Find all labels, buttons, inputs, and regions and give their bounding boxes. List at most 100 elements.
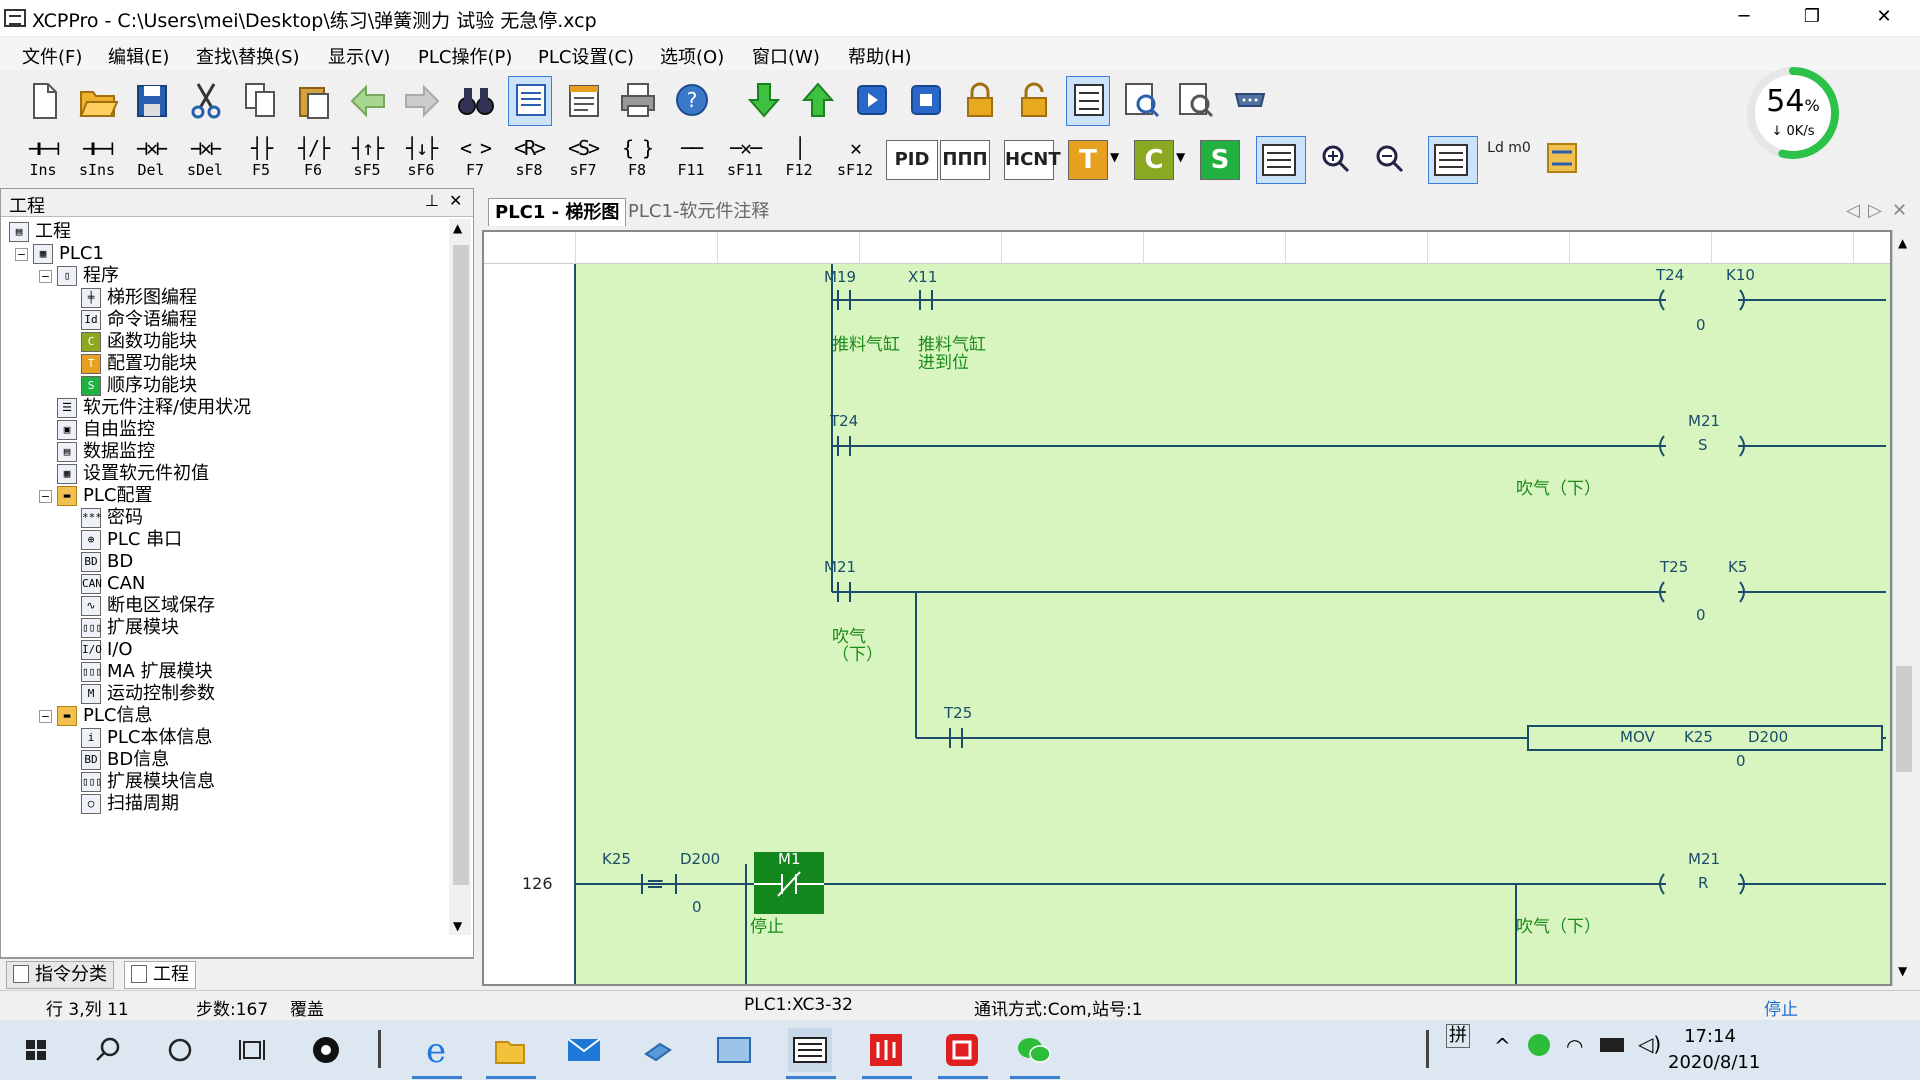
pinwheel-icon[interactable] <box>304 1028 348 1072</box>
ladder-tool-sf12-button[interactable]: ✕ sF12 <box>830 134 880 188</box>
data-monitor-icon[interactable] <box>1174 78 1218 124</box>
wechat-icon[interactable] <box>1012 1028 1056 1072</box>
scroll-up-icon[interactable]: ▲ <box>453 221 462 235</box>
tree-expander-icon[interactable]: − <box>39 270 52 283</box>
ladder-tool-f5-button[interactable]: ┤├ F5 <box>236 134 286 188</box>
cortana-icon[interactable] <box>158 1028 202 1072</box>
ladder-tool-sf11-button[interactable]: ─✕─ sF11 <box>720 134 770 188</box>
menu-edit[interactable]: 编辑(E) <box>108 43 169 69</box>
cut-icon[interactable] <box>184 78 228 124</box>
dropdown-arrow-icon[interactable]: ▼ <box>1176 150 1185 164</box>
new-file-icon[interactable] <box>22 78 66 124</box>
serial-port-icon[interactable] <box>1228 78 1272 124</box>
copy-icon[interactable] <box>238 78 282 124</box>
ladder-tool-sdel-button[interactable]: ⊣✕⊢ sDel <box>180 134 230 188</box>
editor-scrollbar[interactable]: ▲ ▼ <box>1892 230 1914 986</box>
help-icon[interactable]: ? <box>670 78 714 124</box>
minimize-button[interactable]: ─ <box>1724 4 1764 30</box>
tray-app-icon[interactable] <box>1528 1034 1550 1056</box>
ladder-tool-f8-button[interactable]: { } F8 <box>612 134 662 188</box>
ladder-tool-sf7-button[interactable]: <S> sF7 <box>558 134 608 188</box>
download-icon[interactable] <box>742 78 786 124</box>
free-monitor-icon[interactable] <box>1120 78 1164 124</box>
menu-plc-settings[interactable]: PLC设置(C) <box>538 43 634 69</box>
upload-icon[interactable] <box>796 78 840 124</box>
function-block-button[interactable]: C <box>1134 140 1174 180</box>
start-icon[interactable] <box>14 1028 58 1072</box>
tab-project[interactable]: 工程 <box>124 961 196 989</box>
instruction-view-icon[interactable] <box>562 78 606 124</box>
menu-help[interactable]: 帮助(H) <box>848 43 912 69</box>
convert-icon[interactable] <box>1540 136 1590 184</box>
stop-icon[interactable] <box>904 78 948 124</box>
ladder-tool-sf6-button[interactable]: ┤↓├ sF6 <box>396 134 446 188</box>
ladder-tool-del-button[interactable]: ⊣✕⊢ Del <box>126 134 176 188</box>
tab-device-comments[interactable]: PLC1-软元件注释 <box>622 198 775 226</box>
close-icon[interactable]: ✕ <box>449 191 462 210</box>
next-tab-icon[interactable]: ▷ <box>1868 200 1882 221</box>
pulse-button[interactable]: ΠΠΠ <box>940 140 990 180</box>
open-folder-icon[interactable] <box>76 78 120 124</box>
edge-icon[interactable]: e <box>414 1028 458 1072</box>
menu-plc-operation[interactable]: PLC操作(P) <box>418 43 512 69</box>
menu-find-replace[interactable]: 查找\替换(S) <box>196 43 300 69</box>
tray-chevron-icon[interactable]: ^ <box>1494 1034 1511 1058</box>
menu-window[interactable]: 窗口(W) <box>752 43 820 69</box>
lock-icon[interactable] <box>958 78 1002 124</box>
save-icon[interactable] <box>130 78 174 124</box>
forward-arrow-icon[interactable] <box>400 78 444 124</box>
clock[interactable]: 17:14 2020/8/11 <box>1668 1024 1760 1076</box>
ladder-tool-f12-button[interactable]: │ F12 <box>774 134 824 188</box>
explorer-icon[interactable] <box>488 1028 532 1072</box>
menu-view[interactable]: 显示(V) <box>328 43 390 69</box>
dropdown-arrow-icon[interactable]: ▼ <box>1110 150 1119 164</box>
hcnt-button[interactable]: HCNT <box>1004 140 1061 180</box>
tree-expander-icon[interactable]: − <box>39 710 52 723</box>
scroll-down-icon[interactable]: ▼ <box>1898 964 1907 978</box>
ladder-tool-ins-button[interactable]: ⊣⊢⊣ Ins <box>18 134 68 188</box>
maximize-button[interactable]: ❐ <box>1792 4 1832 30</box>
find-binoculars-icon[interactable] <box>454 78 498 124</box>
scroll-down-icon[interactable]: ▼ <box>453 919 462 933</box>
ld-m0-button[interactable]: Ld m0 <box>1484 140 1534 180</box>
ladder-view-icon[interactable] <box>508 76 552 126</box>
battery-icon[interactable] <box>1600 1038 1624 1052</box>
back-arrow-icon[interactable] <box>346 78 390 124</box>
ladder-tool-f11-button[interactable]: ── F11 <box>666 134 716 188</box>
search-icon[interactable] <box>86 1028 130 1072</box>
tab-ladder[interactable]: PLC1 - 梯形图 <box>488 198 627 226</box>
tree-expander-icon[interactable]: − <box>39 490 52 503</box>
zoom-out-icon[interactable] <box>1368 136 1418 184</box>
wifi-icon[interactable]: ◠ <box>1566 1034 1583 1058</box>
tree-expander-icon[interactable]: − <box>15 248 28 261</box>
insert-line-icon[interactable] <box>1256 136 1306 184</box>
pid-button[interactable]: PID <box>886 140 938 180</box>
ladder-tool-sf5-button[interactable]: ┤↑├ sF5 <box>342 134 392 188</box>
zoom-in-icon[interactable] <box>1314 136 1364 184</box>
pin-icon[interactable]: ⊥ <box>425 191 439 210</box>
app-red2-icon[interactable] <box>940 1028 984 1072</box>
task-view-icon[interactable] <box>230 1028 274 1072</box>
ladder-tool-sf8-button[interactable]: <R> sF8 <box>504 134 554 188</box>
tree-item[interactable]: ○ 扫描周期 <box>81 791 179 817</box>
paste-icon[interactable] <box>292 78 336 124</box>
menu-options[interactable]: 选项(O) <box>660 43 724 69</box>
run-icon[interactable] <box>850 78 894 124</box>
volume-icon[interactable]: ◁) <box>1638 1032 1661 1056</box>
file-icon[interactable] <box>636 1028 680 1072</box>
print-icon[interactable] <box>616 78 660 124</box>
monitor-icon[interactable] <box>1066 76 1110 126</box>
ladder-tool-f7-button[interactable]: < > F7 <box>450 134 500 188</box>
close-tab-icon[interactable]: ✕ <box>1892 200 1907 221</box>
ladder-tool-f6-button[interactable]: ┤/├ F6 <box>288 134 338 188</box>
mail-icon[interactable] <box>562 1028 606 1072</box>
unlock-icon[interactable] <box>1012 78 1056 124</box>
ladder-editor[interactable]: M19 X11 推料气缸 推料气缸 进到位 T24 K10 0 T24 M21 … <box>482 230 1892 986</box>
ime-indicator[interactable]: 拼 <box>1446 1024 1470 1048</box>
timer-block-button[interactable]: T <box>1068 140 1108 180</box>
network-app-icon[interactable] <box>712 1028 756 1072</box>
sequence-block-button[interactable]: S <box>1200 140 1240 180</box>
scroll-up-icon[interactable]: ▲ <box>1898 236 1907 250</box>
prev-tab-icon[interactable]: ◁ <box>1846 200 1860 221</box>
tab-instruction-category[interactable]: 指令分类 <box>6 961 114 989</box>
